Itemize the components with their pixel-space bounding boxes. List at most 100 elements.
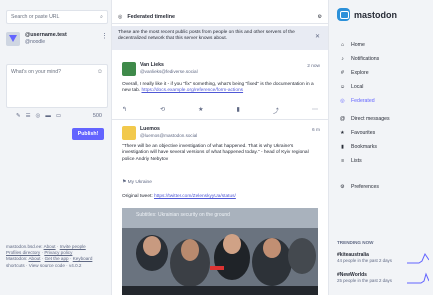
post-link[interactable]: https://docs.example.org/reference/form-… [141, 88, 243, 93]
post-handle: @luemos@mastodon.social [140, 133, 198, 138]
trending-title: TRENDING NOW [337, 240, 374, 245]
char-count: 500 [92, 113, 102, 119]
star-icon: ★ [340, 130, 345, 136]
nav-label: Favourites [351, 130, 376, 136]
boost-icon[interactable]: ⟲ [160, 106, 165, 115]
brand-logo[interactable]: mastodon [337, 8, 397, 21]
compose-textarea[interactable]: What's on your mind? ☺ [6, 64, 108, 108]
at-icon: @ [339, 116, 346, 122]
trend-item[interactable]: #NewWorlds 25 people in the past 2 days [337, 272, 429, 284]
nav-label: Lists [351, 158, 362, 164]
footer-mastodon: Mastodon: [6, 256, 28, 262]
nav-label: Explore [351, 70, 369, 76]
nav-item-favourites[interactable]: ★ Favourites [339, 126, 429, 140]
post-body: Overall, I really like it - if you "fix"… [122, 82, 318, 95]
compose-column: Search or paste URL ⌕ @username.test @no… [0, 0, 112, 295]
media-attachment[interactable]: Subtitles: Ukrainian security on the gro… [122, 208, 318, 295]
avatar[interactable] [6, 32, 20, 46]
post-cw-text: My Ukraine [127, 180, 152, 185]
compose-toolbar: ✎ ☰ ◎ ▬ ▭ 500 [16, 112, 102, 120]
status-post[interactable]: Van Lieks @vanlieks@fediverse.social 2 n… [112, 56, 328, 120]
search-input[interactable]: Search or paste URL ⌕ [6, 10, 108, 24]
banner-text: These are the most recent public posts f… [118, 30, 295, 41]
post-original-link[interactable]: https://twitter.com/ZelenskyyUa/status/ [154, 194, 236, 199]
home-icon: ⌂ [340, 42, 345, 48]
footer: mastodon.bsd.ee: About · Invite people P… [6, 244, 108, 269]
avatar[interactable] [122, 62, 136, 76]
info-banner: These are the most recent public posts f… [112, 26, 328, 50]
search-icon: ⌕ [100, 13, 103, 20]
gear-icon: ⚙ [340, 184, 345, 190]
account-name[interactable]: @username.test [25, 32, 67, 39]
timeline-column: ◎ Federated timeline ⚙ These are the mos… [112, 0, 328, 295]
nav-item-direct[interactable]: @ Direct messages [339, 112, 429, 126]
language-icon[interactable]: ▭ [56, 113, 61, 119]
post-time[interactable]: 2 now [307, 64, 320, 69]
nav-item-lists[interactable]: ≡ Lists [339, 154, 429, 168]
footer-privacy-link[interactable]: Privacy policy [44, 250, 72, 255]
cw-icon[interactable]: ▬ [45, 113, 51, 119]
nav-item-preferences[interactable]: ⚙ Preferences [339, 180, 429, 194]
account-username: @noodle [25, 38, 46, 45]
favourite-icon[interactable]: ★ [198, 106, 203, 115]
mastodon-logo-icon [337, 8, 350, 21]
media-image [122, 208, 318, 295]
reply-icon[interactable]: ↰ [122, 106, 127, 115]
post-original-label: Original tweet: [122, 194, 153, 199]
nav-label: Local [351, 84, 364, 90]
footer-source[interactable]: shortcuts · View source code · v4.0.2 [6, 263, 108, 269]
brand-name: mastodon [354, 9, 398, 20]
main-navigation: ⌂ Home ♪ Notifications # Explore ☺ Local ◎ Fe… [339, 38, 429, 194]
emoji-icon[interactable]: ☺ [97, 69, 103, 75]
share-icon[interactable]: ⤴ [273, 106, 279, 115]
avatar[interactable] [122, 126, 136, 140]
poll-icon[interactable]: ☰ [26, 113, 31, 119]
nav-label: Direct messages [351, 116, 390, 122]
list-icon: ≡ [340, 158, 345, 164]
attach-icon[interactable]: ✎ [16, 113, 21, 119]
nav-item-local[interactable]: ☺ Local [339, 80, 429, 94]
more-icon[interactable]: ⋯ [312, 106, 318, 115]
footer-invite-link[interactable]: Invite people [60, 244, 86, 249]
post-text: "There will be an objective investigatio… [122, 144, 309, 162]
account-card: @username.test @noodle ⋮ [6, 32, 108, 60]
publish-button[interactable]: Publish! [72, 128, 104, 140]
account-menu-icon[interactable]: ⋮ [101, 32, 108, 40]
navigation-column: mastodon ⌂ Home ♪ Notifications # Explore ☺… [328, 0, 433, 295]
close-icon[interactable]: ✕ [315, 34, 320, 40]
column-title[interactable]: Federated timeline [127, 14, 312, 20]
search-placeholder: Search or paste URL [11, 14, 60, 20]
footer-about-link[interactable]: About [44, 244, 56, 249]
bell-icon: ♪ [341, 56, 344, 62]
globe-icon: ◎ [340, 98, 345, 104]
footer-mastodon-about[interactable]: About [28, 256, 40, 261]
nav-label: Bookmarks [351, 144, 377, 150]
nav-item-explore[interactable]: # Explore [339, 66, 429, 80]
trend-sparkline [407, 252, 429, 264]
nav-item-bookmarks[interactable]: ▮ Bookmarks [339, 140, 429, 154]
trend-sparkline [407, 272, 429, 284]
footer-getapp-link[interactable]: Get the app [45, 256, 69, 261]
globe-icon[interactable]: ◎ [36, 113, 41, 119]
footer-keyboard-link[interactable]: Keyboard [73, 256, 93, 261]
globe-icon: ◎ [118, 13, 123, 20]
nav-label: Federated [351, 98, 375, 104]
post-time[interactable]: 6 m [312, 128, 320, 133]
post-actions: ↰ ⟲ ★ ▮ ⤴ ⋯ [122, 106, 318, 115]
users-icon: ☺ [339, 84, 346, 90]
nav-label: Notifications [351, 56, 380, 62]
bookmark-icon[interactable]: ▮ [237, 106, 240, 115]
post-author[interactable]: Luemos [140, 126, 160, 132]
column-header: ◎ Federated timeline ⚙ [112, 10, 328, 24]
nav-label: Preferences [351, 184, 379, 190]
footer-directory-link[interactable]: Profiles directory [6, 250, 40, 255]
post-cw: ⚑ My Ukraine [122, 180, 152, 185]
compose-placeholder: What's on your mind? [11, 69, 62, 75]
trend-item[interactable]: #kiteaustralia 44 people in the past 2 d… [337, 252, 429, 264]
bookmark-icon: ▮ [341, 144, 344, 150]
nav-item-federated[interactable]: ◎ Federated [339, 94, 429, 108]
filter-settings-icon[interactable]: ⚙ [318, 14, 322, 20]
nav-item-home[interactable]: ⌂ Home [339, 38, 429, 52]
post-author[interactable]: Van Lieks [140, 62, 164, 68]
nav-item-notifications[interactable]: ♪ Notifications [339, 52, 429, 66]
